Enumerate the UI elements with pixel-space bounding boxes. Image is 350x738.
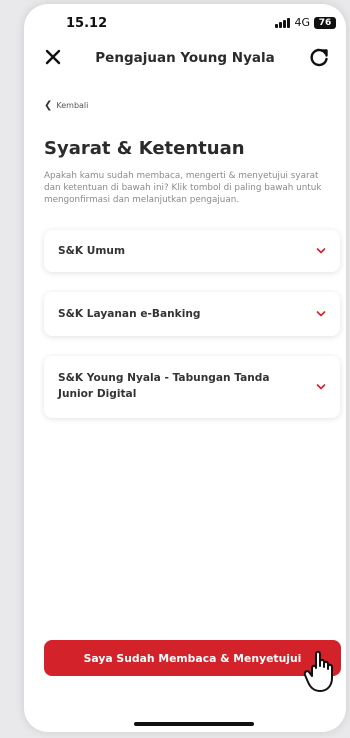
app-header: Pengajuan Young Nyala xyxy=(24,42,346,74)
refresh-icon[interactable] xyxy=(308,46,330,68)
page-title: Syarat & Ketentuan xyxy=(44,138,245,159)
terms-item-umum[interactable]: S&K Umum xyxy=(44,230,340,272)
back-label: Kembali xyxy=(56,101,89,110)
page-description: Apakah kamu sudah membaca, mengerti & me… xyxy=(44,171,322,205)
status-time: 15.12 xyxy=(66,16,108,31)
status-bar: 15.12 4G 76 xyxy=(24,4,346,38)
back-link[interactable]: ❮ Kembali xyxy=(44,100,88,111)
header-title: Pengajuan Young Nyala xyxy=(95,50,275,66)
chevron-down-icon xyxy=(316,384,326,390)
status-indicators: 4G 76 xyxy=(275,16,336,29)
terms-item-label: S&K Umum xyxy=(58,245,125,257)
terms-item-young-nyala[interactable]: S&K Young Nyala - Tabungan Tanda Junior … xyxy=(44,356,340,418)
signal-icon xyxy=(275,17,291,28)
home-indicator xyxy=(134,722,254,726)
chevron-left-icon: ❮ xyxy=(44,100,53,111)
terms-item-ebanking[interactable]: S&K Layanan e-Banking xyxy=(44,292,340,336)
network-type: 4G xyxy=(294,16,310,29)
chevron-down-icon xyxy=(316,311,326,317)
battery-icon: 76 xyxy=(314,16,336,29)
hand-pointer-icon xyxy=(303,650,333,692)
terms-item-label: S&K Young Nyala - Tabungan Tanda Junior … xyxy=(58,372,270,400)
chevron-down-icon xyxy=(316,248,326,254)
terms-item-label: S&K Layanan e-Banking xyxy=(58,308,201,320)
phone-screen: 15.12 4G 76 Pengajuan Young Nyala ❮ Kemb… xyxy=(24,4,346,732)
